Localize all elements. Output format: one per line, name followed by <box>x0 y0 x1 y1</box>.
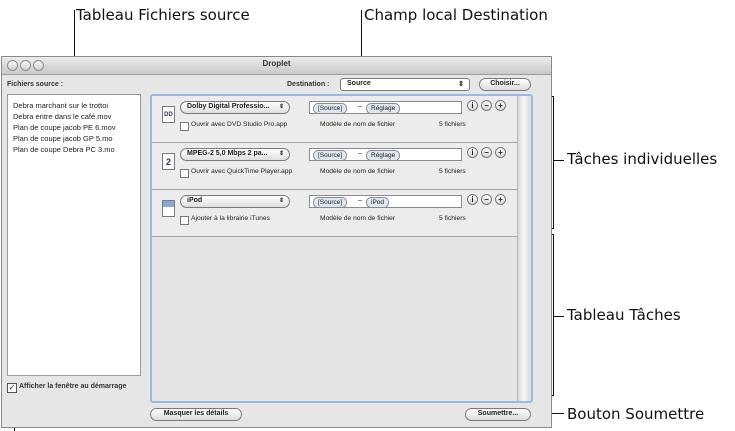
window-title: Droplet <box>262 59 291 68</box>
preset-label: iPod <box>187 197 203 204</box>
itunes-checkbox[interactable] <box>180 216 189 225</box>
hide-details-button[interactable]: Masquer les détails <box>150 408 242 421</box>
list-item[interactable]: Debra entre dans le café.mov <box>13 111 140 122</box>
open-with-checkbox[interactable] <box>180 169 189 178</box>
callout-destination-field: Champ local Destination <box>364 6 548 24</box>
info-button[interactable]: i <box>467 147 478 158</box>
callout-source-table: Tableau Fichiers source <box>76 6 250 24</box>
task-row[interactable]: iPod ⇕ [Source] – iPod i − + Ajouter à la… <box>152 190 519 237</box>
setting-token[interactable]: iPod <box>366 197 390 208</box>
callout-line <box>554 316 564 317</box>
show-at-startup-checkbox[interactable]: ✓ <box>7 383 17 393</box>
list-item[interactable]: Plan de coupe Debra PC 3.mo <box>13 144 140 155</box>
submit-button[interactable]: Soumettre... <box>465 408 531 421</box>
setting-token[interactable]: Réglage <box>366 150 401 161</box>
tasks-table[interactable]: DD Dolby Digital Professio... ⇕ [Source] … <box>150 94 533 403</box>
list-item[interactable]: Plan de coupe jacob GP 5.mo <box>13 133 140 144</box>
destination-popup[interactable]: Source ⇕ <box>340 78 470 91</box>
file-count: 5 fichiers <box>439 215 466 222</box>
token-separator: – <box>358 150 362 157</box>
file-count: 5 fichiers <box>439 168 466 175</box>
callout-line <box>554 160 564 161</box>
source-files-label: Fichiers source : <box>7 81 64 88</box>
filename-template-label: Modèle de nom de fichier <box>320 168 396 175</box>
checkbox-label: Ouvrir avec QuickTime Player.app <box>191 168 293 175</box>
destination-value: Source <box>347 80 371 87</box>
file-count: 5 fichiers <box>439 121 466 128</box>
list-item[interactable]: Debra marchant sur le trottoi <box>13 100 140 111</box>
remove-button[interactable]: − <box>481 100 492 111</box>
info-button[interactable]: i <box>467 194 478 205</box>
droplet-window: Droplet Fichiers source : Destination : … <box>1 56 552 428</box>
mpeg2-icon: 2 <box>162 153 175 170</box>
choose-button[interactable]: Choisir... <box>479 78 531 91</box>
preset-popup[interactable]: Dolby Digital Professio... ⇕ <box>180 101 290 114</box>
source-token[interactable]: [Source] <box>313 103 348 114</box>
tasks-scrollbar[interactable] <box>517 96 530 401</box>
preset-popup[interactable]: iPod ⇕ <box>180 195 290 208</box>
checkbox-label: Ouvrir avec DVD Studio Pro.app <box>191 121 288 128</box>
token-separator: – <box>358 103 362 110</box>
chevron-updown-icon: ⇕ <box>458 81 464 88</box>
show-at-startup-label: Afficher la fenêtre au démarrage <box>19 383 127 390</box>
callout-tasks-table: Tableau Tâches <box>567 306 681 324</box>
filename-template-field[interactable]: [Source] – iPod <box>309 195 462 208</box>
chevron-updown-icon: ⇕ <box>278 104 284 110</box>
title-bar[interactable]: Droplet <box>2 57 551 75</box>
add-button[interactable]: + <box>495 100 506 111</box>
preset-label: Dolby Digital Professio... <box>187 103 270 110</box>
chevron-updown-icon: ⇕ <box>278 151 284 157</box>
add-button[interactable]: + <box>495 194 506 205</box>
add-button[interactable]: + <box>495 147 506 158</box>
destination-label: Destination : <box>287 81 330 88</box>
task-row[interactable]: 2 MPEG-2 5,0 Mbps 2 pa... ⇕ [Source] – Ré… <box>152 143 519 190</box>
callout-bracket <box>553 96 554 228</box>
preset-popup[interactable]: MPEG-2 5,0 Mbps 2 pa... ⇕ <box>180 148 290 161</box>
checkbox-label: Ajouter à la librairie iTunes <box>191 215 270 222</box>
filename-template-label: Modèle de nom de fichier <box>320 121 396 128</box>
ipod-icon <box>162 200 175 217</box>
chevron-updown-icon: ⇕ <box>278 198 284 204</box>
remove-button[interactable]: − <box>481 194 492 205</box>
callout-submit-button: Bouton Soumettre <box>567 405 705 423</box>
task-row[interactable]: DD Dolby Digital Professio... ⇕ [Source] … <box>152 96 519 143</box>
setting-token[interactable]: Réglage <box>366 103 401 114</box>
filename-template-field[interactable]: [Source] – Réglage <box>309 148 462 161</box>
token-separator: – <box>358 197 362 204</box>
open-with-checkbox[interactable] <box>180 122 189 131</box>
info-button[interactable]: i <box>467 100 478 111</box>
source-files-table[interactable]: Debra marchant sur le trottoi Debra entr… <box>7 94 141 376</box>
source-token[interactable]: [Source] <box>313 197 348 208</box>
preset-label: MPEG-2 5,0 Mbps 2 pa... <box>187 150 268 157</box>
filename-template-label: Modèle de nom de fichier <box>320 215 396 222</box>
source-token[interactable]: [Source] <box>313 150 348 161</box>
filename-template-field[interactable]: [Source] – Réglage <box>309 101 462 114</box>
callout-individual-tasks: Tâches individuelles <box>567 150 718 168</box>
remove-button[interactable]: − <box>481 147 492 158</box>
list-item[interactable]: Plan de coupe jacob PE 6.mov <box>13 122 140 133</box>
callout-bracket <box>553 234 554 395</box>
dolby-icon: DD <box>162 106 175 123</box>
